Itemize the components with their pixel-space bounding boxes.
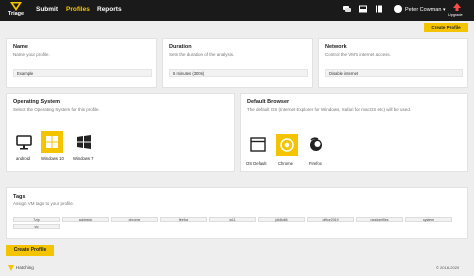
user-icon[interactable] <box>394 5 402 13</box>
tag-item[interactable]: jdk8u66 <box>258 217 305 222</box>
browser-option-firefox[interactable] <box>305 134 327 156</box>
upgrade-icon[interactable] <box>453 3 461 11</box>
browser-option-os-default[interactable] <box>247 134 269 156</box>
create-profile-button[interactable]: Create Profile <box>6 245 54 256</box>
name-card: Name Name your profile. Example <box>6 38 157 88</box>
tags-title: Tags <box>13 194 26 200</box>
tags-card: Tags Assign VM tags to your profile. 7zi… <box>6 187 468 239</box>
windows-flag-icon <box>77 135 91 149</box>
network-title: Network <box>325 44 347 50</box>
tag-item[interactable]: system <box>405 217 452 222</box>
tag-item[interactable]: chrome <box>111 217 158 222</box>
nav-profiles[interactable]: Profiles <box>66 6 90 13</box>
tag-item[interactable]: adobedc <box>62 217 109 222</box>
tag-item[interactable]: randomfiles <box>356 217 403 222</box>
browser-label-os-default: OS Default <box>246 161 267 166</box>
tag-item[interactable]: w11 <box>209 217 256 222</box>
browser-card: Default Browser The default OS (Internet… <box>240 93 468 172</box>
footer-copyright: © 2018-2020 <box>436 265 460 270</box>
duration-subtitle: Sets the duration of the analysis. <box>169 52 235 57</box>
network-select[interactable]: Disable internet <box>325 69 463 77</box>
os-label-windows-10: Windows 10 <box>41 156 64 161</box>
os-subtitle: Select the Operating System for this pro… <box>13 107 100 112</box>
tag-item[interactable]: 7zip <box>13 217 60 222</box>
os-option-windows-10[interactable] <box>41 131 63 153</box>
os-label-android: android <box>16 156 30 161</box>
triage-logo[interactable]: Triage <box>6 2 26 19</box>
triage-logo-icon <box>10 2 22 11</box>
os-label-windows-7: Windows 7 <box>73 156 94 161</box>
user-name[interactable]: Peter Cowman <box>405 7 441 13</box>
book-icon[interactable] <box>375 5 383 13</box>
top-navbar: Triage Submit Profiles Reports Peter Cow… <box>0 0 474 21</box>
tag-item[interactable]: firefox <box>160 217 207 222</box>
network-card: Network Control the VM's internet access… <box>318 38 468 88</box>
chrome-icon <box>280 138 294 152</box>
tag-item[interactable]: office2019 <box>307 217 354 222</box>
browser-subtitle: The default OS (Internet Explorer for Wi… <box>247 107 412 112</box>
create-profile-button-top[interactable]: Create Profile <box>424 23 468 32</box>
os-card: Operating System Select the Operating Sy… <box>6 93 235 172</box>
network-subtitle: Control the VM's internet access. <box>325 52 391 57</box>
duration-title: Duration <box>169 44 192 50</box>
browser-label-chrome: Chrome <box>278 161 293 166</box>
duration-select[interactable]: 5 minutes (300s) <box>169 69 308 77</box>
window-icon <box>250 137 266 152</box>
tag-item[interactable]: vlc <box>13 224 60 229</box>
upgrade-label[interactable]: Upgrade <box>448 13 463 17</box>
chevron-down-icon[interactable]: ▾ <box>443 7 446 13</box>
monitor-icon <box>16 135 32 150</box>
chat-icon[interactable] <box>343 5 351 13</box>
browser-option-chrome[interactable] <box>276 134 298 156</box>
nav-reports[interactable]: Reports <box>97 6 122 13</box>
os-option-windows-7[interactable] <box>73 131 95 153</box>
browser-title: Default Browser <box>247 99 290 105</box>
firefox-icon <box>310 137 322 151</box>
os-title: Operating System <box>13 99 61 105</box>
name-input[interactable]: Example <box>13 69 152 77</box>
nav-submit[interactable]: Submit <box>36 6 58 13</box>
os-option-android[interactable] <box>13 131 35 153</box>
name-title: Name <box>13 44 28 50</box>
footer-brand: Hatching <box>16 265 34 270</box>
duration-card: Duration Sets the duration of the analys… <box>162 38 313 88</box>
browser-label-firefox: Firefox <box>309 161 322 166</box>
windows-icon <box>46 136 58 148</box>
inbox-icon[interactable] <box>359 5 367 13</box>
name-subtitle: Name your profile. <box>13 52 50 57</box>
hatching-logo-icon <box>8 265 14 271</box>
logo-text: Triage <box>7 11 25 17</box>
tags-subtitle: Assign VM tags to your profile. <box>13 201 75 206</box>
